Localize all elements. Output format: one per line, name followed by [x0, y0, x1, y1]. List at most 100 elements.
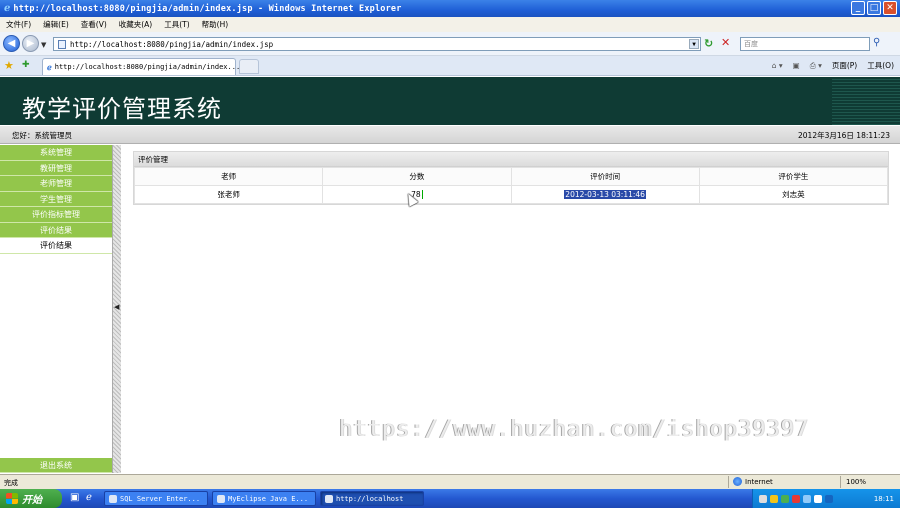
evaluation-table: 老师 分数 评价时间 评价学生 张老师 78 2012-03-13 03:11:… [133, 167, 889, 204]
column-header-time: 评价时间 [510, 167, 700, 186]
network-icon[interactable] [803, 494, 811, 503]
stop-icon[interactable]: ✕ [721, 36, 730, 49]
task-label: http://localhost [336, 494, 404, 503]
status-bar: 完成 Internet 100% [0, 474, 900, 489]
search-icon[interactable]: ⚲ [873, 37, 880, 48]
menu-file[interactable]: 文件(F) [6, 19, 31, 30]
sidebar-item-students[interactable]: 学生管理 [0, 191, 112, 207]
zoom-level[interactable]: 100% [846, 478, 866, 486]
header-decoration [832, 77, 900, 125]
globe-icon [733, 477, 742, 486]
ie-icon [325, 494, 333, 503]
feeds-icon[interactable]: ▣ [793, 61, 800, 70]
cell-student: 刘志英 [698, 185, 889, 204]
myeclipse-icon [217, 494, 225, 503]
ie-tab-icon: ℯ [47, 62, 52, 72]
address-bar[interactable]: http://localhost:8080/pingjia/admin/inde… [53, 37, 701, 51]
watermark: https://www.huzhan.com/ishop39397 [339, 417, 810, 442]
shield-icon[interactable] [825, 494, 833, 503]
tab-bar: ★ ✚ ℯ http://localhost:8080/pingjia/admi… [0, 56, 900, 76]
add-favorite-icon[interactable]: ✚ [22, 60, 30, 70]
sidebar-item-results[interactable]: 评价结果 [0, 222, 112, 238]
logout-button[interactable]: 退出系统 [0, 457, 112, 473]
system-tray: 18:11 [752, 489, 900, 508]
table-header-row: 老师 分数 评价时间 评价学生 [133, 167, 889, 186]
tray-app-icon[interactable] [770, 494, 778, 503]
close-button[interactable]: ✕ [883, 1, 897, 15]
task-myeclipse[interactable]: MyEclipse Java E... [212, 491, 316, 506]
text-cursor [421, 190, 423, 200]
tray-app-icon[interactable] [792, 494, 800, 503]
welcome-bar: 您好：系统管理员 2012年3月16日 18:11:23 [0, 126, 900, 144]
ie-logo-icon: ℯ [4, 3, 11, 14]
datetime: 2012年3月16日 18:11:23 [798, 131, 890, 140]
tray-app-icon[interactable] [781, 494, 789, 503]
favorites-star-icon[interactable]: ★ [4, 59, 14, 72]
new-tab-button[interactable] [239, 59, 259, 74]
taskbar: 开始 ▣ ℯ SQL Server Enter... MyEclipse Jav… [0, 489, 900, 508]
menu-edit[interactable]: 编辑(E) [43, 19, 69, 30]
page-menu[interactable]: 页面(P) [832, 60, 857, 71]
start-button[interactable]: 开始 [0, 489, 62, 508]
column-header-teacher: 老师 [133, 167, 324, 186]
app-title: 教学评价管理系统 [22, 95, 222, 123]
address-dropdown-icon[interactable]: ▼ [689, 39, 699, 49]
collapse-arrow-icon[interactable]: ◀ [114, 303, 119, 311]
menu-view[interactable]: 查看(V) [81, 19, 107, 30]
keyboard-icon[interactable] [759, 494, 767, 503]
volume-icon[interactable] [814, 494, 822, 503]
status-text: 完成 [4, 479, 18, 487]
task-sql-server[interactable]: SQL Server Enter... [104, 491, 208, 506]
back-arrow-icon[interactable]: ◀ [3, 35, 20, 52]
menu-favorites[interactable]: 收藏夹(A) [119, 19, 152, 30]
print-icon[interactable]: ⎙ ▾ [810, 61, 822, 71]
task-ie[interactable]: http://localhost [320, 491, 424, 506]
address-url[interactable]: http://localhost:8080/pingjia/admin/inde… [70, 40, 273, 49]
navigation-bar: ◀ ▶ ▼ http://localhost:8080/pingjia/admi… [0, 32, 900, 56]
sql-server-icon [109, 494, 117, 503]
panel-title: 评价管理 [134, 152, 888, 167]
evaluation-panel: 评价管理 老师 分数 评价时间 评价学生 张老师 78 2012-03-13 0… [133, 151, 889, 205]
show-desktop-icon[interactable]: ▣ [70, 492, 79, 503]
history-dropdown-icon[interactable]: ▼ [41, 41, 46, 49]
forward-arrow-icon[interactable]: ▶ [22, 35, 39, 52]
cell-time: 2012-03-13 03:11:46 [510, 185, 700, 204]
sidebar-subitem-results[interactable]: 评价结果 [0, 238, 112, 254]
maximize-button[interactable]: □ [867, 1, 881, 15]
ie-quicklaunch-icon[interactable]: ℯ [86, 492, 92, 503]
status-divider [728, 476, 729, 488]
cell-teacher: 张老师 [133, 185, 324, 204]
menu-help[interactable]: 帮助(H) [202, 19, 229, 30]
page-icon [58, 39, 66, 49]
zone-label: Internet [745, 477, 773, 486]
tools-menu[interactable]: 工具(O) [867, 60, 894, 71]
table-row: 张老师 78 2012-03-13 03:11:46 刘志英 [133, 185, 889, 204]
main-content: 评价管理 老师 分数 评价时间 评价学生 张老师 78 2012-03-13 0… [121, 145, 900, 473]
sidebar-item-system[interactable]: 系统管理 [0, 145, 112, 161]
command-bar: ⌂ ▾ ▣ ⎙ ▾ 页面(P) 工具(O) [772, 60, 894, 71]
frame-splitter[interactable]: ◀ [112, 145, 121, 473]
home-icon[interactable]: ⌂ ▾ [772, 61, 783, 70]
selected-time-text: 2012-03-13 03:11:46 [564, 190, 646, 199]
sidebar: 系统管理 教研管理 老师管理 学生管理 评价指标管理 评价结果 评价结果 退出系… [0, 145, 112, 473]
windows-logo-icon [6, 493, 18, 504]
task-label: SQL Server Enter... [120, 494, 201, 503]
window-title: http://localhost:8080/pingjia/admin/inde… [13, 3, 402, 14]
minimize-button[interactable]: _ [851, 1, 865, 15]
start-label: 开始 [22, 495, 42, 506]
status-divider [840, 476, 841, 488]
sidebar-item-teaching[interactable]: 教研管理 [0, 160, 112, 176]
column-header-student: 评价学生 [698, 167, 889, 186]
tab-current[interactable]: ℯ http://localhost:8080/pingjia/admin/in… [42, 58, 240, 75]
refresh-icon[interactable]: ↻ [704, 37, 713, 50]
task-label: MyEclipse Java E... [228, 494, 309, 503]
menu-bar: 文件(F) 编辑(E) 查看(V) 收藏夹(A) 工具(T) 帮助(H) [0, 17, 900, 32]
sidebar-item-indicators[interactable]: 评价指标管理 [0, 207, 112, 223]
window-controls: _ □ ✕ [851, 1, 897, 15]
menu-tools[interactable]: 工具(T) [164, 19, 189, 30]
tab-label: http://localhost:8080/pingjia/admin/inde… [54, 63, 241, 71]
security-zone[interactable]: Internet [733, 477, 773, 486]
greeting: 您好：系统管理员 [12, 131, 72, 140]
search-input[interactable]: 百度 [740, 37, 870, 51]
sidebar-item-teachers[interactable]: 老师管理 [0, 176, 112, 192]
